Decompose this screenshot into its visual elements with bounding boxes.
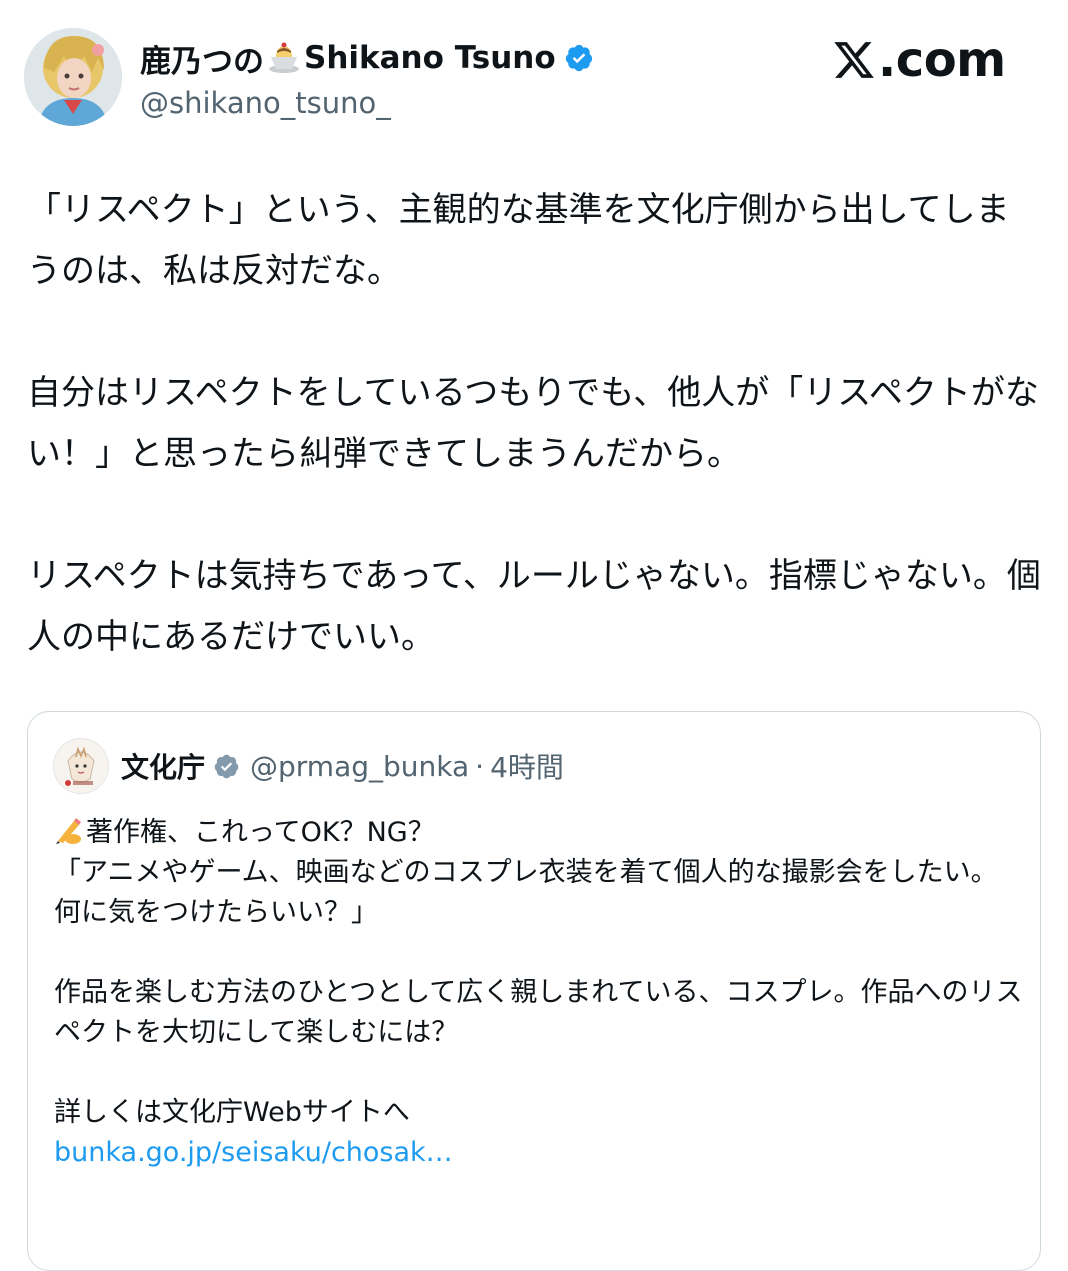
x-logo-icon	[834, 42, 874, 78]
quoted-link[interactable]: bunka.go.jp/seisaku/chosak…	[54, 1133, 1024, 1173]
quoted-timestamp[interactable]: 4時間	[490, 746, 564, 786]
x-com-logo: .com	[832, 30, 1006, 90]
quoted-line-text: 著作権、これってOK？NG？	[86, 817, 435, 848]
quoted-line: 詳しくは文化庁Webサイトへ	[54, 1097, 410, 1128]
separator-dot: ·	[475, 749, 485, 783]
author-name-row[interactable]: 鹿乃つの Shikano Tsuno	[140, 36, 594, 81]
author-display-name-en[interactable]: Shikano Tsuno	[304, 40, 556, 76]
tweet-paragraph: リスペクトは気持ちであって、ルールじゃない。指標じゃない。個人の中にあるだけでい…	[27, 556, 1041, 657]
author-display-name-jp[interactable]: 鹿乃つの	[140, 36, 264, 81]
quoted-paragraph-3: 詳しくは文化庁Webサイトへ bunka.go.jp/seisaku/chosa…	[54, 1093, 1024, 1173]
quoted-author-avatar[interactable]	[53, 738, 109, 794]
quoted-author-handle[interactable]: @prmag_bunka	[250, 750, 469, 783]
quoted-line: 著作権、これってOK？NG？	[54, 813, 1024, 853]
quoted-tweet-card[interactable]: 文化庁 @prmag_bunka · 4時間 著作権、これってOK？NG？ 「ア…	[27, 711, 1041, 1271]
quoted-paragraph-2: 作品を楽しむ方法のひとつとして広く親しまれている、コスプレ。作品へのリスペクトを…	[54, 977, 1023, 1048]
quoted-tweet-header: 文化庁 @prmag_bunka · 4時間	[53, 738, 564, 794]
pudding-emoji-icon	[266, 41, 302, 75]
x-com-logo-text: .com	[878, 32, 1006, 88]
quoted-line: 「アニメやゲーム、映画などのコスプレ衣装を着て個人的な撮影会をしたい。何に気をつ…	[54, 857, 998, 928]
tweet-header: 鹿乃つの Shikano Tsuno @shikano_tsuno_ .com	[24, 28, 1044, 128]
verified-badge-gray-icon	[213, 753, 240, 780]
author-avatar[interactable]	[24, 28, 122, 126]
tweet-paragraph: 自分はリスペクトをしているつもりでも、他人が「リスペクトがない！」と思ったら糾弾…	[27, 373, 1039, 474]
quoted-paragraph-1: 著作権、これってOK？NG？ 「アニメやゲーム、映画などのコスプレ衣装を着て個人…	[54, 813, 1024, 933]
verified-badge-icon	[564, 43, 594, 73]
quoted-author-name[interactable]: 文化庁	[121, 746, 205, 786]
tweet-paragraph: 「リスペクト」という、主観的な基準を文化庁側から出してしまうのは、私は反対だな。	[27, 190, 1010, 291]
author-handle[interactable]: @shikano_tsuno_	[140, 86, 391, 120]
writing-hand-emoji-icon	[54, 815, 84, 845]
quoted-tweet-text: 著作権、これってOK？NG？ 「アニメやゲーム、映画などのコスプレ衣装を着て個人…	[54, 813, 1024, 1213]
tweet-text: 「リスペクト」という、主観的な基準を文化庁側から出してしまうのは、私は反対だな。…	[27, 180, 1042, 668]
